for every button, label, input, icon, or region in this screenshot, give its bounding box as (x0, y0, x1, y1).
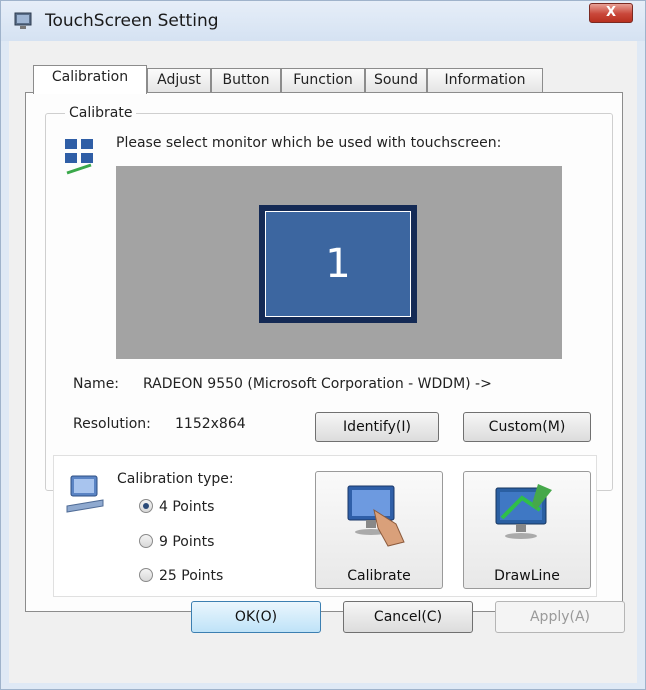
tab-calibration[interactable]: Calibration (33, 65, 147, 94)
dialog-client-area: Calibration Adjust Button Function Sound… (9, 41, 637, 683)
name-label: Name: (73, 376, 120, 392)
calibrate-button-label: Calibrate (347, 568, 411, 584)
radio-4-points-label: 4 Points (159, 499, 215, 515)
ok-button[interactable]: OK(O) (191, 601, 321, 633)
monitor-1-tile[interactable]: 1 (259, 205, 417, 323)
drawline-button-label: DrawLine (494, 568, 560, 584)
touchscreen-setting-window: TouchScreen Setting X Calibration Adjust… (0, 0, 646, 690)
radio-indicator (139, 499, 153, 513)
tab-function[interactable]: Function (281, 68, 365, 92)
tab-information[interactable]: Information (427, 68, 543, 92)
resolution-value: 1152x864 (175, 416, 246, 432)
apply-button[interactable]: Apply(A) (495, 601, 625, 633)
calibration-type-icon (66, 475, 104, 513)
calibrate-button[interactable]: Calibrate (315, 471, 443, 589)
resolution-label: Resolution: (73, 416, 151, 432)
drawline-icon (495, 484, 552, 539)
close-button[interactable]: X (589, 3, 633, 23)
cancel-button[interactable]: Cancel(C) (343, 601, 473, 633)
app-icon (14, 12, 32, 29)
radio-9-points[interactable]: 9 Points (139, 534, 214, 550)
calibration-type-label: Calibration type: (117, 471, 234, 487)
title-bar[interactable]: TouchScreen Setting X (1, 1, 645, 41)
monitor-name-value: RADEON 9550 (Microsoft Corporation - WDD… (143, 376, 492, 392)
radio-25-points-label: 25 Points (159, 568, 224, 584)
calibrate-touch-icon (347, 485, 405, 547)
radio-25-points[interactable]: 25 Points (139, 568, 223, 584)
tab-button[interactable]: Button (211, 68, 281, 92)
radio-9-points-label: 9 Points (159, 534, 215, 550)
radio-indicator (139, 534, 153, 548)
multi-monitor-icon (65, 139, 93, 175)
monitor-number: 1 (265, 211, 411, 317)
monitor-instruction: Please select monitor which be used with… (116, 135, 502, 151)
custom-button[interactable]: Custom(M) (463, 412, 591, 442)
identify-button[interactable]: Identify(I) (315, 412, 439, 442)
calibrate-group-title: Calibrate (65, 105, 137, 121)
tab-adjust[interactable]: Adjust (147, 68, 211, 92)
radio-4-points[interactable]: 4 Points (139, 499, 214, 515)
tab-sound[interactable]: Sound (365, 68, 427, 92)
drawline-button[interactable]: DrawLine (463, 471, 591, 589)
window-title: TouchScreen Setting (45, 11, 219, 31)
radio-indicator (139, 568, 153, 582)
